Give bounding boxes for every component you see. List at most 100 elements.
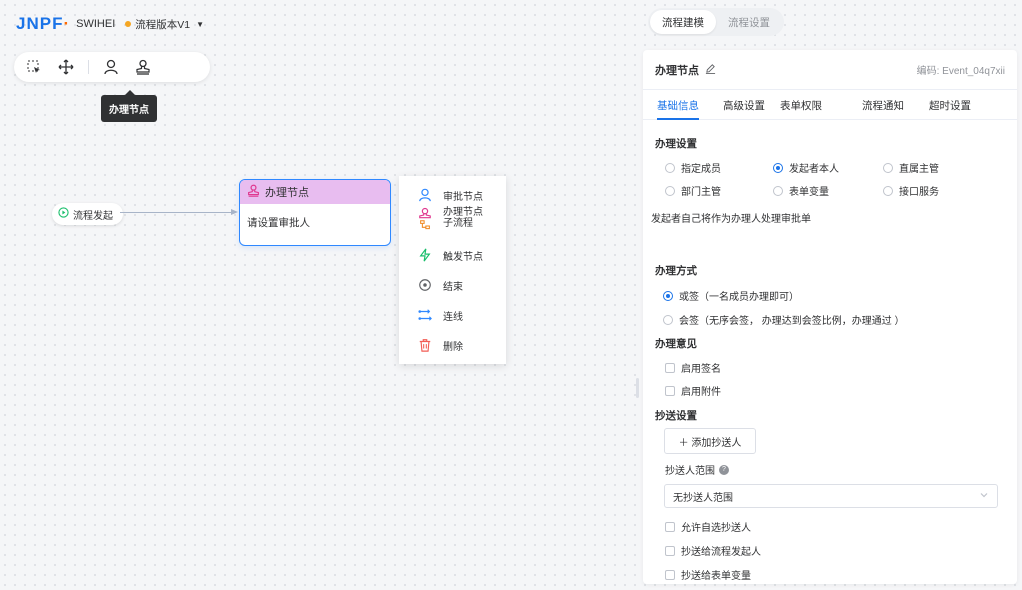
radio-circle	[665, 185, 675, 196]
tab-flow-settings[interactable]: 流程设置	[716, 10, 782, 34]
checkbox-box	[665, 569, 675, 580]
help-icon[interactable]: ?	[719, 464, 729, 475]
panel-header: 办理节点 编码: Event_04q7xii	[643, 50, 1017, 90]
tab-notifications[interactable]: 流程通知	[862, 98, 904, 113]
node-context-menu: 审批节点 办理节点 子流程 触发节点 结束 连线 删除	[399, 176, 506, 364]
radio-circle	[883, 162, 893, 173]
panel-resize-handle[interactable]	[636, 378, 639, 398]
header-bar: JNPF· SWIHEI 流程版本V1 ▼	[16, 14, 204, 34]
version-selector[interactable]: 流程版本V1	[135, 17, 190, 32]
menu-item-end[interactable]: 结束	[417, 277, 463, 293]
checkbox-cc-form-variable[interactable]: 抄送给表单变量	[665, 567, 751, 582]
radio-label: 表单变量	[789, 187, 829, 198]
move-icon[interactable]	[56, 57, 76, 77]
radio-circle	[663, 314, 673, 325]
version-status-dot	[125, 21, 132, 27]
play-circle-icon	[58, 207, 69, 221]
tab-basic-info[interactable]: 基础信息	[657, 98, 699, 113]
checkbox-label: 启用附件	[681, 387, 721, 398]
radio-handler-option[interactable]: 表单变量	[773, 183, 829, 198]
menu-item-connect[interactable]: 连线	[417, 307, 463, 323]
cc-scope-select[interactable]: 无抄送人范围	[664, 484, 998, 508]
task-node-title: 办理节点	[265, 187, 309, 199]
cc-scope-value: 无抄送人范围	[673, 492, 733, 504]
task-node-body: 请设置审批人	[247, 217, 310, 229]
tab-advanced[interactable]: 高级设置	[723, 98, 765, 113]
canvas-toolbar	[14, 52, 210, 82]
checkbox-label: 抄送给表单变量	[681, 571, 751, 582]
radio-label: 发起者本人	[789, 164, 839, 175]
checkbox-label: 启用签名	[681, 364, 721, 375]
checkbox-box	[665, 362, 675, 373]
menu-item-trigger-node[interactable]: 触发节点	[417, 247, 483, 263]
approver-node-icon	[417, 187, 433, 203]
cc-scope-label: 抄送人范围 ?	[665, 462, 729, 477]
menu-item-label: 结束	[443, 281, 463, 293]
radio-handler-option[interactable]: 指定成员	[665, 160, 721, 175]
caret-down-icon[interactable]: ▼	[196, 20, 204, 29]
radio-circle	[773, 185, 783, 196]
menu-item-handler-node[interactable]: 办理节点 子流程	[417, 207, 483, 231]
radio-handle-mode[interactable]: 或签（一名成员办理即可）	[663, 288, 799, 303]
mode-tabs: 流程建模 流程设置	[648, 8, 784, 36]
lasso-select-icon[interactable]	[24, 57, 44, 77]
menu-item-delete[interactable]: 删除	[417, 337, 463, 353]
radio-label: 接口服务	[899, 187, 939, 198]
checkbox-label: 抄送给流程发起人	[681, 547, 761, 558]
toolbar-divider	[88, 60, 89, 74]
add-cc-button[interactable]: ＋ 添加抄送人	[664, 428, 756, 454]
task-node-header: 办理节点	[240, 180, 390, 204]
handler-node-icon	[247, 184, 260, 200]
handler-description: 发起者自己将作为办理人处理审批单	[651, 214, 811, 225]
tab-flow-modeling[interactable]: 流程建模	[650, 10, 716, 34]
handler-task-node[interactable]: 办理节点 请设置审批人	[239, 179, 391, 246]
cc-scope-text: 抄送人范围	[665, 466, 715, 477]
checkbox-box	[665, 545, 675, 556]
toolbar-tooltip: 办理节点	[101, 90, 157, 122]
menu-item-label: 触发节点	[443, 251, 483, 263]
section-handler-settings: 办理设置	[655, 138, 697, 150]
start-node[interactable]: 流程发起	[52, 203, 123, 225]
menu-item-approver-node[interactable]: 审批节点	[417, 187, 483, 203]
radio-label: 或签（一名成员办理即可）	[679, 292, 799, 303]
handler-subflow-icon	[417, 207, 433, 231]
radio-handle-mode[interactable]: 会签（无序会签， 办理达到会签比例，办理通过 ）	[663, 312, 905, 327]
app-name: SWIHEI	[76, 18, 116, 30]
edit-icon[interactable]	[705, 63, 716, 77]
checkbox-enable-signature[interactable]: 启用签名	[665, 360, 721, 375]
node-properties-panel: 办理节点 编码: Event_04q7xii 基础信息 高级设置 表单权限 流程…	[643, 50, 1017, 584]
checkbox-label: 允许自选抄送人	[681, 523, 751, 534]
section-handle-mode: 办理方式	[655, 265, 697, 277]
start-node-label: 流程发起	[73, 210, 113, 222]
radio-handler-option[interactable]: 部门主管	[665, 183, 721, 198]
approver-node-icon[interactable]	[101, 57, 121, 77]
radio-handler-option[interactable]: 直属主管	[883, 160, 939, 175]
checkbox-enable-attachment[interactable]: 启用附件	[665, 383, 721, 398]
handler-node-icon[interactable]	[133, 57, 153, 77]
tab-form-permissions[interactable]: 表单权限	[780, 98, 822, 113]
checkbox-allow-self-select-cc[interactable]: 允许自选抄送人	[665, 519, 751, 534]
section-opinion: 办理意见	[655, 338, 697, 350]
radio-handler-option[interactable]: 发起者本人	[773, 160, 839, 175]
flow-edge-arrow	[231, 209, 238, 215]
checkbox-cc-initiator[interactable]: 抄送给流程发起人	[665, 543, 761, 558]
connector-icon	[417, 307, 433, 323]
menu-item-label: 删除	[443, 341, 463, 353]
tab-timeout[interactable]: 超时设置	[929, 98, 971, 113]
checkbox-box	[665, 385, 675, 396]
radio-circle	[883, 185, 893, 196]
radio-label: 部门主管	[681, 187, 721, 198]
node-code: 编码: Event_04q7xii	[916, 66, 1005, 77]
lightning-icon	[417, 247, 433, 263]
radio-circle	[665, 162, 675, 173]
radio-handler-option[interactable]: 接口服务	[883, 183, 939, 198]
checkbox-box	[665, 521, 675, 532]
panel-tabs: 基础信息 高级设置 表单权限 流程通知 超时设置	[643, 90, 1017, 120]
flow-edge[interactable]	[120, 212, 232, 213]
radio-label: 直属主管	[899, 164, 939, 175]
section-cc: 抄送设置	[655, 410, 697, 422]
menu-item-label: 连线	[443, 311, 463, 323]
menu-item-label: 办理节点	[443, 207, 483, 218]
menu-item-label: 子流程	[443, 218, 473, 229]
panel-title: 办理节点	[655, 64, 699, 77]
